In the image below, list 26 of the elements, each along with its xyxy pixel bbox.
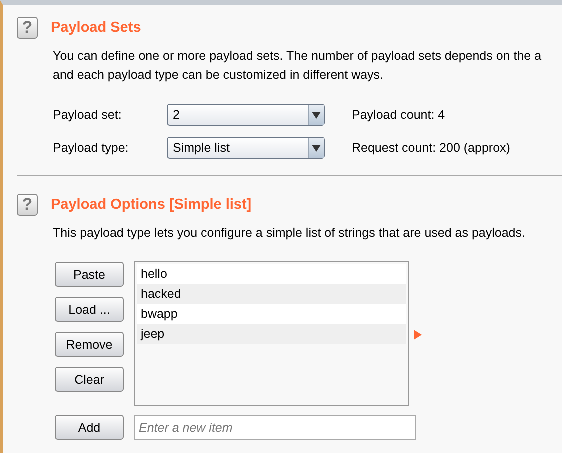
list-item[interactable]: hacked <box>137 284 406 304</box>
dropdown-arrow-icon <box>312 112 321 118</box>
section-title: Payload Sets <box>51 20 142 36</box>
list-button[interactable]: Remove <box>55 332 124 357</box>
field-label: Payload set: <box>53 108 123 122</box>
list-item[interactable]: bwapp <box>137 304 406 324</box>
list-item[interactable]: hello <box>137 264 406 284</box>
list-button[interactable]: Load ... <box>55 297 124 322</box>
input-field[interactable]: Enter a new item <box>134 415 416 440</box>
list-item[interactable]: jeep <box>137 324 406 344</box>
list-button[interactable]: Clear <box>55 367 124 392</box>
help-button[interactable]: ? <box>17 194 38 216</box>
list-button[interactable]: Paste <box>55 262 124 287</box>
help-button[interactable]: ? <box>17 17 38 39</box>
triangle-marker-icon <box>414 330 422 340</box>
info-text: Request count: 200 (approx) <box>352 141 512 155</box>
description-text: You can define one or more payload sets. The number of payload sets depends on the a <box>53 48 543 65</box>
description-text: and each payload type can be customized in different ways. <box>53 67 385 84</box>
add-button[interactable]: Add <box>55 415 124 440</box>
dropdown[interactable]: 2 <box>167 104 325 126</box>
dropdown-arrow-icon <box>312 144 321 152</box>
description-text: This payload type lets you configure a simple list of strings that are used as payloads. <box>53 225 526 242</box>
field-label: Payload type: <box>53 141 130 155</box>
info-text: Payload count: 4 <box>352 108 446 122</box>
section-title: Payload Options [Simple list] <box>51 197 252 213</box>
dropdown[interactable]: Simple list <box>167 137 325 159</box>
